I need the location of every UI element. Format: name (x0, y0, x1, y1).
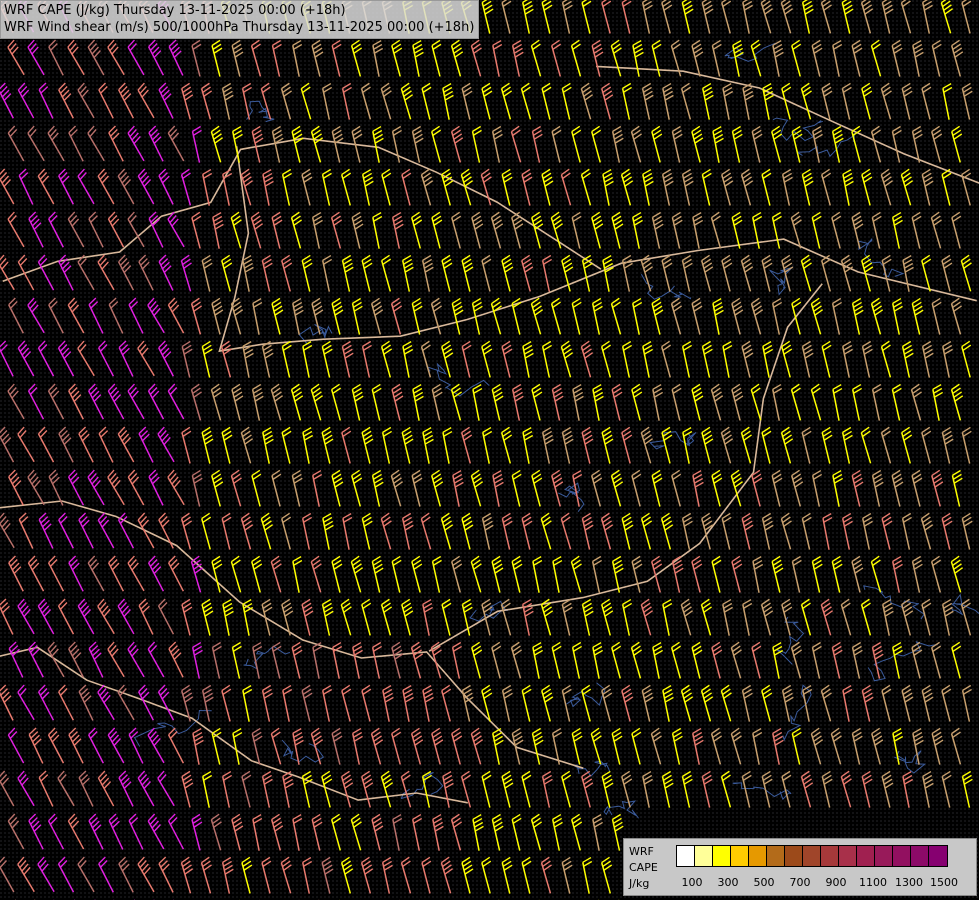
legend-tick-label: 300 (717, 876, 739, 889)
legend-swatch (713, 846, 731, 866)
legend-swatch (929, 846, 947, 866)
legend-swatch (911, 846, 929, 866)
legend-swatch (677, 846, 695, 866)
legend-swatch (821, 846, 839, 866)
legend-unit-label: J/kg (629, 877, 650, 890)
legend-swatch (731, 846, 749, 866)
legend-color-scale (676, 845, 948, 867)
legend-variable-label: CAPE (629, 861, 658, 874)
legend-tick-label: 1100 (859, 876, 887, 889)
legend-swatch (767, 846, 785, 866)
legend-swatch (695, 846, 713, 866)
legend-tick-label: 900 (825, 876, 847, 889)
legend-tick-label: 1500 (930, 876, 958, 889)
cape-title: WRF CAPE (J/kg) Thursday 13-11-2025 00:0… (4, 3, 346, 18)
cape-legend: WRF CAPE J/kg 100 300 500 700 900 1100 1300 150… (623, 838, 977, 896)
legend-swatch (839, 846, 857, 866)
legend-swatch (785, 846, 803, 866)
legend-swatch (857, 846, 875, 866)
legend-model-label: WRF (629, 845, 654, 858)
weather-map (0, 0, 979, 900)
legend-tick-label: 500 (753, 876, 775, 889)
legend-swatch (803, 846, 821, 866)
legend-tick-label: 700 (789, 876, 811, 889)
wind-shear-title: WRF Wind shear (m/s) 500/1000hPa Thursda… (4, 20, 475, 35)
legend-swatch (749, 846, 767, 866)
legend-swatch (893, 846, 911, 866)
map-title-box: WRF CAPE (J/kg) Thursday 13-11-2025 00:0… (0, 0, 480, 39)
legend-tick-label: 100 (681, 876, 703, 889)
legend-swatch (875, 846, 893, 866)
legend-tick-label: 1300 (895, 876, 923, 889)
